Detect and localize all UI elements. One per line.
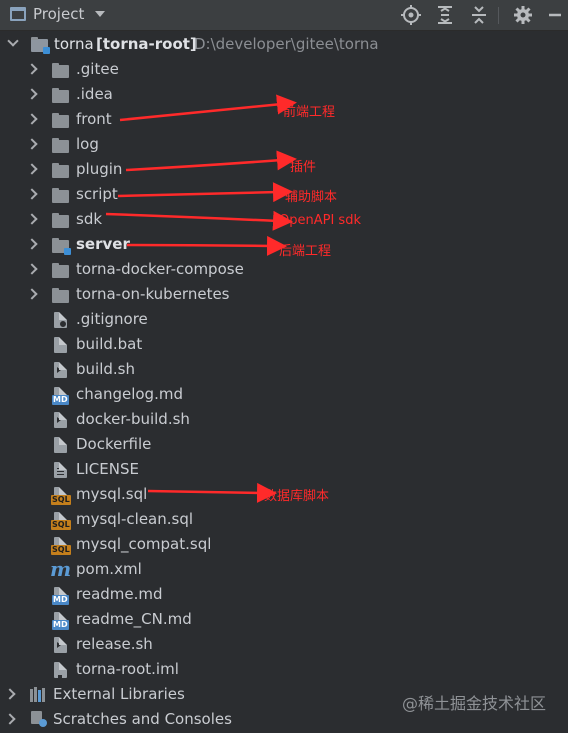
annotation-script: 辅助脚本 <box>285 190 338 205</box>
annotation-sdk: OpenAPI sdk <box>279 213 361 228</box>
arrow-script <box>117 182 293 203</box>
arrow-mysql <box>147 482 277 503</box>
arrow-sdk <box>105 210 293 231</box>
annotation-plugin: 插件 <box>290 160 317 175</box>
arrow-server <box>126 235 287 256</box>
arrow-plugin <box>125 150 297 172</box>
arrow-front <box>119 94 297 122</box>
annotation-server: 后端工程 <box>279 244 332 259</box>
watermark: @稀土掘金技术社区 <box>401 694 546 713</box>
annotation-mysql: 数据库脚本 <box>264 489 330 504</box>
annotation-front: 前端工程 <box>283 105 336 120</box>
